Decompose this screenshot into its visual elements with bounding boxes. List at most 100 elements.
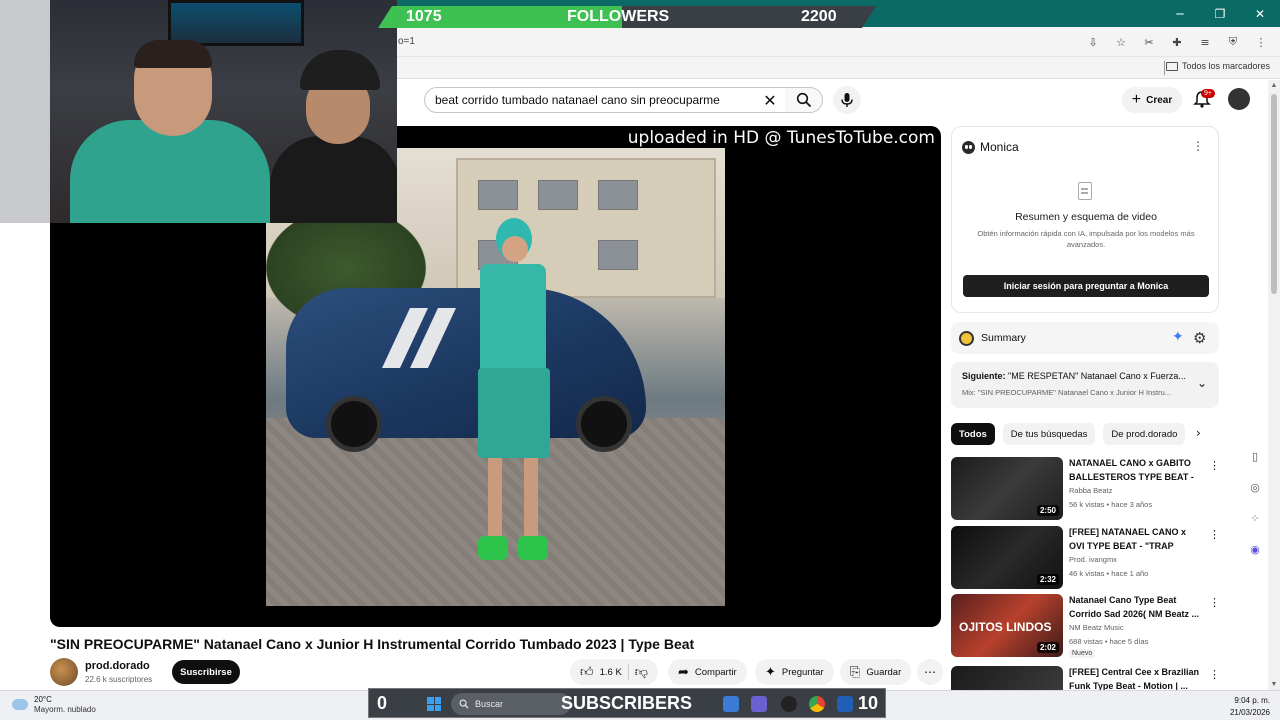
recommendation-title[interactable]: [FREE] Central Cee x Brazilian Funk Type… — [1069, 666, 1201, 690]
channel-name[interactable]: prod.dorado — [85, 660, 150, 672]
create-label: Crear — [1146, 94, 1173, 106]
filter-chips: Todos De tus búsquedas De prod.dorado — [951, 423, 1221, 445]
channel-avatar[interactable] — [50, 658, 78, 686]
summary-card[interactable]: Summary ✦ ⚙ — [951, 322, 1219, 354]
video-thumbnail[interactable]: 2:50 — [951, 457, 1063, 520]
gear-icon[interactable]: ⚙ — [1193, 329, 1206, 347]
close-icon[interactable]: ✕ — [1240, 0, 1280, 27]
monica-description: Obtén información rápida con IA, impulsa… — [977, 229, 1195, 250]
page-scrollbar[interactable]: ▲ ▼ — [1268, 80, 1280, 690]
install-app-icon[interactable]: ⇩ — [1084, 33, 1102, 51]
duration-badge: 2:32 — [1036, 574, 1059, 585]
chevron-right-icon[interactable]: › — [1196, 426, 1201, 440]
search-icon — [459, 699, 469, 709]
scroll-down-icon[interactable]: ▼ — [1268, 681, 1280, 688]
video-title: "SIN PREOCUPARME" Natanael Cano x Junior… — [50, 636, 695, 652]
kebab-menu-icon[interactable]: ⋮ — [1209, 596, 1220, 609]
media-icon[interactable]: ≡ — [1196, 33, 1214, 51]
monica-sidebar-icon[interactable]: ◉ — [1244, 543, 1266, 574]
create-button[interactable]: + Crear — [1122, 87, 1182, 113]
apps-icon[interactable]: ⁘ — [1244, 512, 1266, 543]
video-thumbnail[interactable]: 2:32 — [951, 526, 1063, 589]
mail-app-icon[interactable] — [723, 696, 739, 712]
share-button[interactable]: ➦ Compartir — [668, 659, 747, 685]
save-button[interactable]: ⎘ Guardar — [840, 659, 912, 685]
clear-search-icon[interactable]: ✕ — [757, 87, 783, 113]
search-input[interactable]: beat corrido tumbado natanael cano sin p… — [424, 87, 786, 113]
account-avatar[interactable] — [1228, 88, 1250, 110]
chip-from-channel[interactable]: De prod.dorado — [1103, 423, 1186, 445]
sparkle-icon: ✦ — [765, 664, 776, 680]
minimize-icon[interactable]: ─ — [1160, 0, 1200, 27]
duration-badge: 2:02 — [1036, 642, 1059, 653]
video-thumbnail[interactable]: OJITOS LINDOS 2:02 — [951, 594, 1063, 657]
scrollbar-thumb[interactable] — [1271, 94, 1277, 294]
weather-widget[interactable]: 20°C Mayorm. nublado — [12, 694, 96, 714]
window-controls: ─ ❐ ✕ — [1160, 0, 1280, 27]
steam-app-icon[interactable] — [781, 696, 797, 712]
side-tools: ▯ ◎ ⁘ ◉ — [1244, 450, 1266, 574]
kebab-menu-icon[interactable]: ⋮ — [1209, 528, 1220, 541]
followers-current: 1075 — [406, 8, 442, 25]
bookmark-star-icon[interactable]: ☆ — [1112, 33, 1130, 51]
url-text[interactable]: o=1 — [398, 36, 415, 47]
clock-time: 9:04 p. m. — [1234, 696, 1270, 705]
recommendation-title[interactable]: [FREE] NATANAEL CANO x OVI TYPE BEAT - "… — [1069, 526, 1201, 553]
system-clock[interactable]: 9:04 p. m. 21/03/2026 — [1230, 695, 1270, 719]
share-icon: ➦ — [678, 664, 689, 680]
monica-menu-icon[interactable]: ⋮ — [1192, 139, 1204, 153]
kebab-menu-icon[interactable]: ⋮ — [1252, 33, 1270, 51]
restore-icon[interactable]: ❐ — [1200, 0, 1240, 27]
recommendation-item[interactable]: 2:32 [FREE] NATANAEL CANO x OVI TYPE BEA… — [951, 526, 1221, 590]
recommendation-meta: 46 k vistas • hace 1 año — [1069, 569, 1149, 578]
save-label: Guardar — [866, 666, 902, 678]
teams-app-icon[interactable] — [751, 696, 767, 712]
up-next-card[interactable]: Siguiente: "ME RESPETAN" Natanael Cano x… — [951, 362, 1219, 408]
recommendation-title[interactable]: NATANAEL CANO x GABITO BALLESTEROS TYPE … — [1069, 457, 1201, 484]
subscribe-button[interactable]: Suscribirse — [172, 660, 240, 684]
chip-from-searches[interactable]: De tus búsquedas — [1002, 423, 1096, 445]
thumbs-up-icon[interactable]: 👍︎ — [580, 665, 594, 680]
thumbs-down-icon[interactable]: 👎︎ — [635, 665, 648, 680]
summary-logo-icon — [959, 331, 974, 346]
search-button[interactable] — [785, 87, 823, 113]
voice-search-button[interactable] — [833, 86, 861, 114]
more-actions-icon[interactable]: ⋯ — [917, 659, 943, 685]
taskbar-search[interactable]: Buscar — [451, 693, 571, 715]
taskbar-search-placeholder: Buscar — [475, 699, 504, 709]
recommendation-channel[interactable]: Prod. ivangmx — [1069, 555, 1117, 564]
monica-login-button[interactable]: Iniciar sesión para preguntar a Monica — [963, 275, 1209, 297]
channel-subscriber-count: 22.6 k suscriptores — [85, 675, 153, 684]
windows-start-icon[interactable] — [427, 697, 441, 711]
scroll-up-icon[interactable]: ▲ — [1268, 82, 1280, 89]
recommendation-channel[interactable]: NM Beatz Music — [1069, 623, 1124, 632]
extension-icon[interactable]: ✂ — [1140, 33, 1158, 51]
book-icon[interactable]: ▯ — [1244, 450, 1266, 481]
recommendation-channel[interactable]: Rabba Beatz — [1069, 486, 1112, 495]
subscribers-label: SUBSCRIBERS — [561, 693, 693, 713]
like-divider — [627, 664, 629, 680]
chevron-down-icon[interactable]: ⌄ — [1197, 376, 1207, 390]
chrome-app-icon[interactable] — [809, 696, 825, 712]
kebab-menu-icon[interactable]: ⋮ — [1209, 668, 1220, 681]
like-count[interactable]: 1.6 K — [600, 667, 622, 678]
bookmark-icon: ⎘ — [850, 664, 861, 680]
followers-label: FOLLOWERS — [567, 8, 670, 25]
chip-todos[interactable]: Todos — [951, 423, 995, 445]
summary-label: Summary — [981, 332, 1026, 344]
recommendation-item[interactable]: [FREE] Central Cee x Brazilian Funk Type… — [951, 666, 1221, 690]
shield-icon[interactable]: ⛨ — [1224, 33, 1242, 51]
target-icon[interactable]: ◎ — [1244, 481, 1266, 512]
recommendation-title[interactable]: Natanael Cano Type Beat Corrido Sad 2026… — [1069, 594, 1201, 621]
kebab-menu-icon[interactable]: ⋮ — [1209, 459, 1220, 472]
all-bookmarks-folder[interactable]: Todos los marcadores — [1165, 61, 1270, 71]
ai-sparkle-icon[interactable]: ✦ — [1172, 329, 1184, 345]
thumbnail-text: OJITOS LINDOS — [959, 620, 1052, 634]
recommendation-item[interactable]: OJITOS LINDOS 2:02 Natanael Cano Type Be… — [951, 594, 1221, 658]
ask-button[interactable]: ✦ Preguntar — [755, 659, 834, 685]
video-thumbnail[interactable] — [951, 666, 1063, 690]
puzzle-icon[interactable]: ✚ — [1168, 33, 1186, 51]
recommendation-meta: 688 vistas • hace 5 días — [1069, 637, 1149, 646]
recommendation-item[interactable]: 2:50 NATANAEL CANO x GABITO BALLESTEROS … — [951, 457, 1221, 521]
outlook-app-icon[interactable] — [837, 696, 853, 712]
